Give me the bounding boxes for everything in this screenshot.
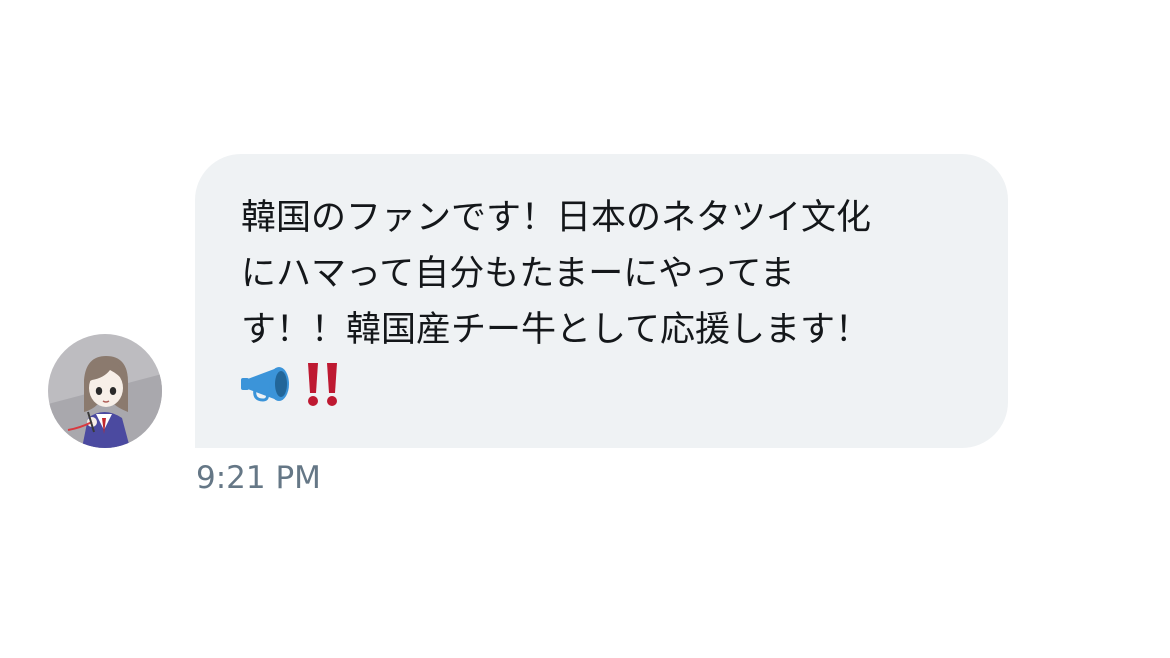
message-timestamp: 9:21 PM <box>196 460 321 496</box>
sender-avatar[interactable] <box>48 334 162 448</box>
message-bubble[interactable]: 韓国のファンです！日本のネタツイ文化 にハマって自分もたまーにやってま す！！韓… <box>195 154 1008 448</box>
dm-conversation: 韓国のファンです！日本のネタツイ文化 にハマって自分もたまーにやってま す！！韓… <box>0 0 1170 658</box>
double-exclamation-icon <box>305 361 341 411</box>
megaphone-icon <box>241 364 295 408</box>
emoji-row <box>241 358 968 414</box>
anime-girl-avatar-icon <box>48 356 162 448</box>
message-text: 韓国のファンです！日本のネタツイ文化 にハマって自分もたまーにやってま す！！韓… <box>241 198 872 350</box>
